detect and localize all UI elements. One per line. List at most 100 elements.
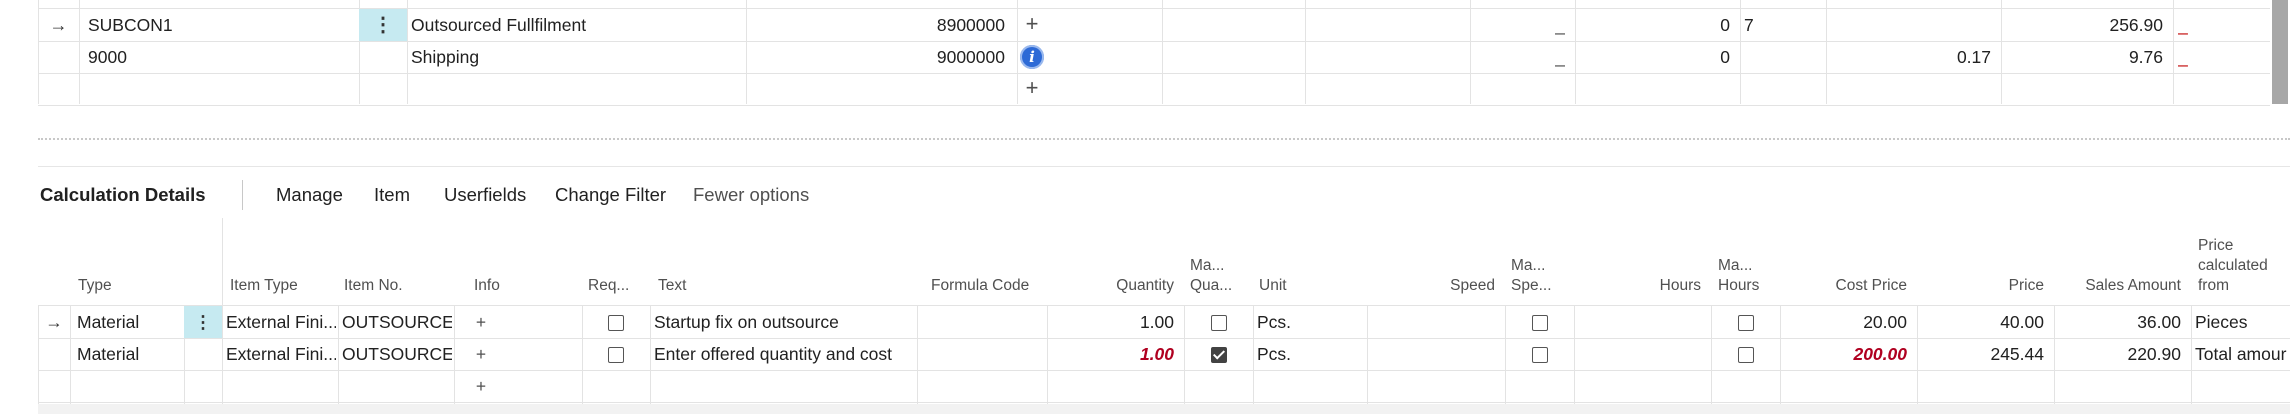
- price-cell[interactable]: 40.00: [1917, 306, 2044, 338]
- price-calculated-from-cell[interactable]: Pieces: [2195, 306, 2290, 338]
- line-no-cell[interactable]: 9000: [88, 41, 348, 73]
- new-line-row[interactable]: +: [38, 73, 2270, 106]
- column-header-price-calculated-from[interactable]: Price: [2198, 236, 2233, 255]
- add-icon[interactable]: +: [466, 338, 496, 370]
- column-header-manual-hours[interactable]: Ma...: [1718, 256, 1752, 275]
- column-header-manual-quantity-2[interactable]: Qua...: [1190, 276, 1232, 295]
- sales-amount-cell[interactable]: 36.00: [2054, 306, 2181, 338]
- lines-grid: → SUBCON1 ⋮ Outsourced Fullfilment 89000…: [38, 0, 2270, 106]
- column-header-text[interactable]: Text: [658, 276, 686, 295]
- line-code-cell[interactable]: 9000000: [746, 41, 1005, 73]
- item-type-cell[interactable]: External Fini...: [226, 338, 336, 370]
- required-checkbox[interactable]: [608, 315, 624, 331]
- column-header-manual-speed-2[interactable]: Spe...: [1511, 276, 1552, 295]
- manual-quantity-checkbox[interactable]: [1211, 315, 1227, 331]
- selected-row-arrow-icon: →: [49, 15, 68, 35]
- text-cell[interactable]: Startup fix on outsource: [654, 306, 914, 338]
- line-value-cell[interactable]: 7: [1744, 9, 1824, 41]
- manual-hours-checkbox[interactable]: [1738, 347, 1754, 363]
- formula-code-cell[interactable]: [921, 306, 1041, 338]
- line-description-cell[interactable]: Shipping: [411, 41, 741, 73]
- hours-cell[interactable]: [1574, 306, 1701, 338]
- item-type-cell[interactable]: External Fini...: [226, 306, 336, 338]
- column-header-formula-code[interactable]: Formula Code: [931, 276, 1029, 295]
- column-header-item-no[interactable]: Item No.: [344, 276, 403, 295]
- table-row[interactable]: → SUBCON1 ⋮ Outsourced Fullfilment 89000…: [38, 9, 2270, 42]
- column-header-price[interactable]: Price: [1917, 276, 2044, 295]
- add-icon[interactable]: +: [466, 306, 496, 338]
- formula-code-cell[interactable]: [921, 338, 1041, 370]
- change-filter-action[interactable]: Change Filter: [555, 182, 666, 208]
- column-header-cost-price[interactable]: Cost Price: [1780, 276, 1908, 295]
- hours-cell[interactable]: [1574, 338, 1701, 370]
- price-calculated-from-cell[interactable]: Total amour: [2195, 338, 2290, 370]
- type-cell[interactable]: Material: [77, 306, 182, 338]
- line-flag-cell[interactable]: _: [2178, 9, 2218, 41]
- row-actions-icon[interactable]: ⋮: [184, 306, 222, 338]
- column-header-speed[interactable]: Speed: [1367, 276, 1495, 295]
- column-header-hours[interactable]: Hours: [1574, 276, 1701, 295]
- cost-price-cell[interactable]: 20.00: [1780, 306, 1907, 338]
- column-header-required[interactable]: Req...: [588, 276, 629, 295]
- line-flag-cell[interactable]: _: [2178, 41, 2218, 73]
- line-quantity-cell[interactable]: 0: [1575, 9, 1730, 41]
- row-actions-icon[interactable]: ⋮: [359, 9, 407, 41]
- column-header-manual-speed[interactable]: Ma...: [1511, 256, 1545, 275]
- sales-amount-cell[interactable]: 220.90: [2054, 338, 2181, 370]
- table-row[interactable]: 9000 Shipping 9000000 i _ 0 0.17 9.76 _: [38, 41, 2270, 74]
- required-checkbox[interactable]: [608, 347, 624, 363]
- line-unit-price-cell[interactable]: [1826, 9, 1991, 41]
- type-cell[interactable]: Material: [77, 338, 182, 370]
- line-value-cell[interactable]: [1744, 41, 1824, 73]
- manual-speed-checkbox[interactable]: [1532, 315, 1548, 331]
- column-header-unit[interactable]: Unit: [1259, 276, 1287, 295]
- column-header-info[interactable]: Info: [474, 276, 500, 295]
- column-header-quantity[interactable]: Quantity: [1047, 276, 1174, 295]
- fewer-options-action[interactable]: Fewer options: [693, 182, 809, 208]
- line-description-cell[interactable]: Outsourced Fullfilment: [411, 9, 741, 41]
- vertical-scrollbar[interactable]: [2272, 0, 2288, 104]
- add-line-icon[interactable]: +: [1017, 73, 1047, 105]
- new-line-row[interactable]: +: [38, 370, 2290, 403]
- info-icon[interactable]: i: [1020, 45, 1044, 69]
- item-no-cell[interactable]: OUTSOURCES...: [342, 306, 452, 338]
- line-no-cell[interactable]: SUBCON1: [88, 9, 348, 41]
- column-header-price-calculated-from-2[interactable]: calculated: [2198, 256, 2268, 275]
- section-title[interactable]: Calculation Details: [40, 182, 206, 208]
- price-cell[interactable]: 245.44: [1917, 338, 2044, 370]
- column-header-item-type[interactable]: Item Type: [230, 276, 298, 295]
- unit-cell[interactable]: Pcs.: [1257, 306, 1362, 338]
- line-amount-cell[interactable]: 256.90: [2001, 9, 2163, 41]
- quantity-cell-manual[interactable]: 1.00: [1047, 338, 1174, 370]
- item-action[interactable]: Item: [374, 182, 410, 208]
- line-dash-cell[interactable]: _: [1470, 9, 1565, 41]
- line-unit-price-cell[interactable]: 0.17: [1826, 41, 1991, 73]
- speed-cell[interactable]: [1367, 338, 1495, 370]
- manual-speed-checkbox[interactable]: [1532, 347, 1548, 363]
- manual-quantity-checkbox[interactable]: [1211, 347, 1227, 363]
- item-no-cell[interactable]: OUTSOURCE: [342, 338, 452, 370]
- cost-price-cell-manual[interactable]: 200.00: [1780, 338, 1907, 370]
- manage-action[interactable]: Manage: [276, 182, 343, 208]
- line-amount-cell[interactable]: 9.76: [2001, 41, 2163, 73]
- table-row[interactable]: Material External Fini... OUTSOURCE + En…: [38, 338, 2290, 371]
- column-header-manual-quantity[interactable]: Ma...: [1190, 256, 1224, 275]
- table-row-partial: [38, 0, 2270, 9]
- text-cell[interactable]: Enter offered quantity and cost: [654, 338, 914, 370]
- add-line-icon[interactable]: +: [466, 370, 496, 402]
- line-code-cell[interactable]: 8900000: [746, 9, 1005, 41]
- table-row[interactable]: → Material ⋮ External Fini... OUTSOURCES…: [38, 306, 2290, 339]
- add-icon[interactable]: +: [1017, 9, 1047, 41]
- pane-splitter[interactable]: [38, 138, 2290, 140]
- line-quantity-cell[interactable]: 0: [1575, 41, 1730, 73]
- line-dash-cell[interactable]: _: [1470, 41, 1565, 73]
- userfields-action[interactable]: Userfields: [444, 182, 526, 208]
- manual-hours-checkbox[interactable]: [1738, 315, 1754, 331]
- unit-cell[interactable]: Pcs.: [1257, 338, 1362, 370]
- column-header-price-calculated-from-3[interactable]: from: [2198, 276, 2229, 295]
- column-header-sales-amount[interactable]: Sales Amount: [2054, 276, 2181, 295]
- column-header-type[interactable]: Type: [78, 276, 112, 295]
- speed-cell[interactable]: [1367, 306, 1495, 338]
- column-header-manual-hours-2[interactable]: Hours: [1718, 276, 1759, 295]
- quantity-cell[interactable]: 1.00: [1047, 306, 1174, 338]
